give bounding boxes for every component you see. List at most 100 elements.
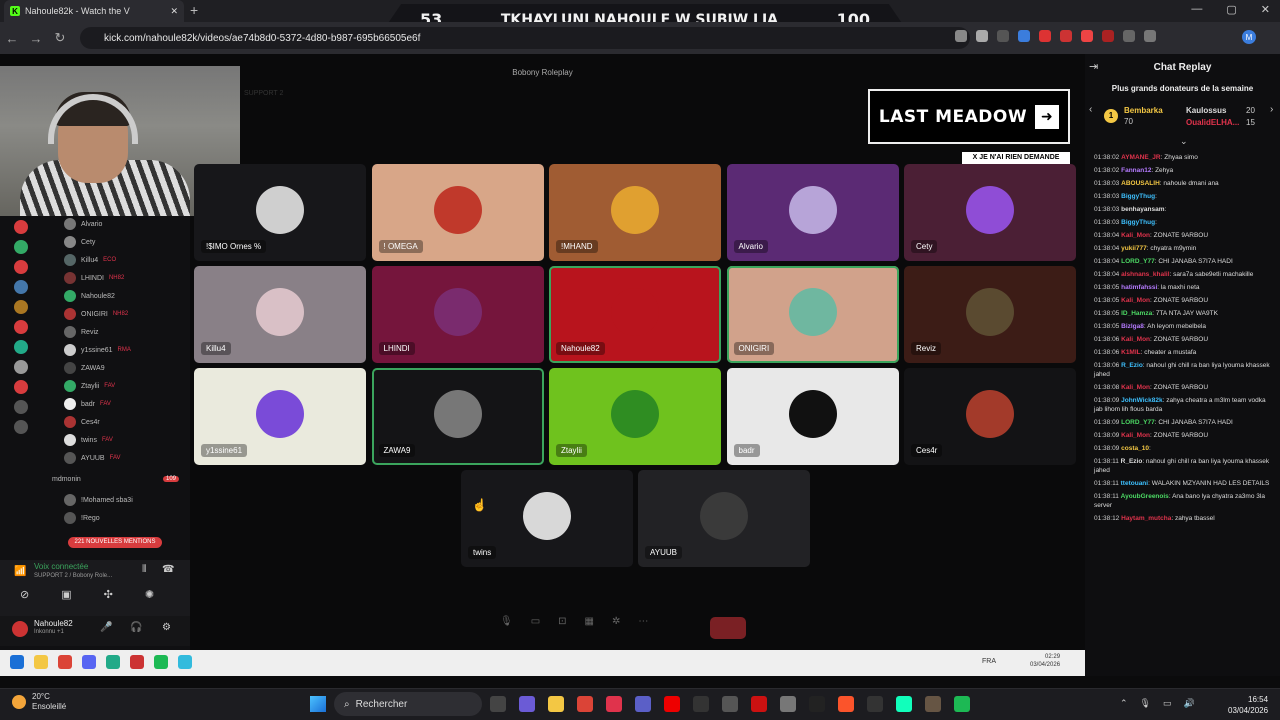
youtube-icon[interactable]	[664, 696, 680, 712]
message-user[interactable]: Bizlga8	[1121, 323, 1144, 330]
screen-share-icon[interactable]: ▣	[61, 588, 71, 601]
profile-avatar[interactable]: M	[1242, 30, 1256, 44]
zoom-icon[interactable]	[955, 30, 967, 42]
channel-mdmonin[interactable]: mdmonin	[52, 476, 81, 483]
chevron-up-icon[interactable]: ⌃	[1120, 698, 1128, 709]
voice-user[interactable]: Cety	[64, 234, 100, 250]
video-tile[interactable]: ZAWA9	[371, 368, 544, 465]
extension-icon[interactable]	[1123, 30, 1135, 42]
spotify-icon[interactable]	[954, 696, 970, 712]
microphone-icon[interactable]: 🎤	[100, 622, 112, 633]
message-user[interactable]: K1MIL	[1121, 349, 1141, 356]
weather-widget[interactable]: 20°C Ensoleillé	[12, 692, 66, 712]
server-icon[interactable]	[14, 340, 28, 354]
message-user[interactable]: R_Ezio	[1121, 362, 1143, 369]
folder-icon[interactable]	[548, 696, 564, 712]
video-tile[interactable]: ! OMEGA	[371, 164, 544, 261]
app-icon[interactable]	[751, 696, 767, 712]
voice-user[interactable]: Ces4r	[64, 414, 105, 430]
volume-icon[interactable]: 🔊	[1184, 698, 1195, 709]
video-tile[interactable]: Alvario	[726, 164, 899, 261]
message-user[interactable]: Kali_Mon	[1121, 432, 1150, 439]
voice-user[interactable]: AYUUB FAV	[64, 450, 121, 466]
share-screen-icon[interactable]: ⊡	[558, 616, 566, 627]
voice-user[interactable]: !Rego	[64, 510, 100, 526]
video-tile[interactable]: y1ssine61	[194, 368, 366, 465]
voice-user[interactable]: !Mohamed sba3i	[64, 492, 133, 508]
windows-icon[interactable]	[10, 655, 24, 669]
extension-icon[interactable]	[997, 30, 1009, 42]
browser-tab[interactable]: K Nahoule82k - Watch the V ✕	[4, 0, 184, 22]
app-icon[interactable]	[722, 696, 738, 712]
message-user[interactable]: BiggyThug	[1121, 219, 1155, 226]
voice-user[interactable]: ONIGIRI NH82	[64, 306, 128, 322]
message-user[interactable]: Haytam_mutcha	[1121, 515, 1171, 522]
network-icon[interactable]: ▭	[1163, 698, 1172, 709]
video-tile[interactable]: Cety	[904, 164, 1076, 261]
back-icon[interactable]: ←	[0, 31, 24, 46]
message-user[interactable]: benhayansam	[1121, 206, 1164, 213]
voice-channel-info[interactable]: SUPPORT 2 / Bobony Role...	[34, 573, 112, 579]
message-user[interactable]: Kali_Mon	[1121, 336, 1150, 343]
video-tile[interactable]: Reviz	[904, 266, 1076, 363]
message-user[interactable]: BiggyThug	[1121, 193, 1155, 200]
camera-icon[interactable]: ▭	[531, 616, 540, 627]
mentions-badge[interactable]: 221 NOUVELLES MENTIONS	[68, 537, 162, 548]
message-user[interactable]: LORD_Y77	[1121, 419, 1155, 426]
app-icon[interactable]	[925, 696, 941, 712]
message-user[interactable]: ID_Hamza	[1121, 310, 1152, 317]
maximize-button[interactable]: ▢	[1226, 3, 1236, 16]
app-icon[interactable]	[896, 696, 912, 712]
message-user[interactable]: ttetouani	[1121, 480, 1148, 487]
message-user[interactable]: alshnans_khalil	[1121, 271, 1169, 278]
voice-user[interactable]: LHINDI NH82	[64, 270, 124, 286]
server-icon[interactable]	[14, 360, 28, 374]
settings-icon[interactable]: ⚙	[162, 622, 171, 633]
explore-icon[interactable]	[14, 420, 28, 434]
voice-user[interactable]: y1ssine61 RMA	[64, 342, 131, 358]
more-icon[interactable]: ⋯	[638, 616, 648, 627]
message-user[interactable]: ABOUSALIH	[1121, 180, 1160, 187]
extension-icon[interactable]	[1102, 30, 1114, 42]
message-user[interactable]: Kali_Mon	[1121, 232, 1150, 239]
app-icon[interactable]	[693, 696, 709, 712]
voice-user[interactable]: twins FAV	[64, 432, 113, 448]
soundboard-icon[interactable]: ✺	[145, 588, 154, 601]
voice-user[interactable]: Ztaylii FAV	[64, 378, 115, 394]
activity-icon[interactable]: ▦	[585, 616, 594, 627]
noise-icon[interactable]: ⦀	[142, 564, 146, 575]
video-tile[interactable]: Nahoule82	[549, 266, 721, 363]
extension-icon[interactable]	[1060, 30, 1072, 42]
message-user[interactable]: R_Ezio	[1121, 458, 1143, 465]
acrobat-icon[interactable]	[606, 696, 622, 712]
app-icon[interactable]	[809, 696, 825, 712]
forward-icon[interactable]: →	[24, 31, 48, 46]
brave-icon[interactable]	[838, 696, 854, 712]
taskbar-clock[interactable]: 16:54 03/04/2026	[1228, 694, 1268, 716]
message-user[interactable]: costa_10	[1121, 445, 1149, 452]
app-icon[interactable]	[867, 696, 883, 712]
extension-icon[interactable]	[1039, 30, 1051, 42]
teams-icon[interactable]	[635, 696, 651, 712]
add-server-icon[interactable]	[14, 400, 28, 414]
message-user[interactable]: yukii777	[1121, 245, 1147, 252]
app-icon[interactable]	[106, 655, 120, 669]
spotify-icon[interactable]	[154, 655, 168, 669]
chrome-icon[interactable]	[58, 655, 72, 669]
mic-icon[interactable]: 🎙	[500, 616, 513, 627]
app-icon[interactable]	[178, 655, 192, 669]
server-icon[interactable]	[14, 220, 28, 234]
url-field[interactable]: kick.com/nahoule82k/videos/ae74b8d0-5372…	[80, 27, 970, 49]
taskbar-search[interactable]: ⌕ Rechercher	[334, 692, 482, 716]
message-user[interactable]: Kali_Mon	[1121, 384, 1150, 391]
video-tile[interactable]: twins	[461, 470, 633, 567]
video-tile[interactable]: !$IMO Ornes %	[194, 164, 366, 261]
app-icon[interactable]	[780, 696, 796, 712]
message-user[interactable]: LORD_Y77	[1121, 258, 1155, 265]
chrome-icon[interactable]	[577, 696, 593, 712]
expand-icon[interactable]: ⌄	[1180, 136, 1188, 147]
server-icon[interactable]	[14, 380, 28, 394]
extension-icon[interactable]	[1081, 30, 1093, 42]
video-tile[interactable]: Killu4	[194, 266, 366, 363]
mic-icon[interactable]: 🎙	[1140, 698, 1151, 709]
